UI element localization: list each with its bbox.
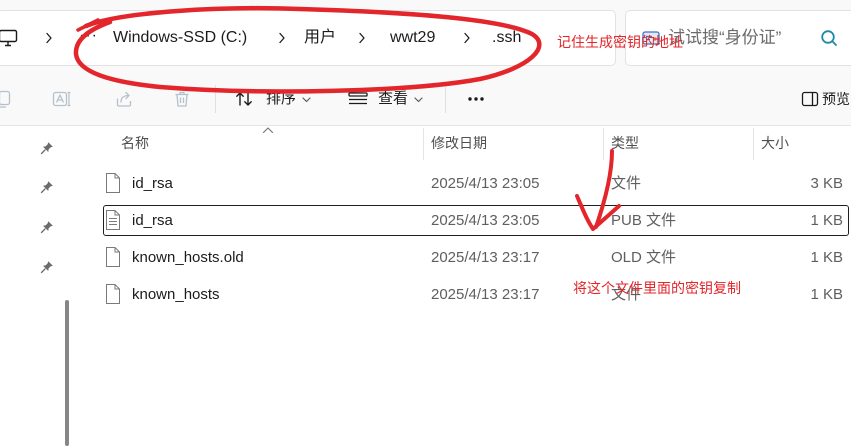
rename-icon[interactable] [52,89,72,109]
breadcrumb-users[interactable]: 用户 [304,28,336,48]
pin-icon [40,221,53,234]
text-file-icon [106,210,120,230]
share-icon[interactable] [114,89,134,109]
copy-icon[interactable] [0,89,13,109]
column-divider[interactable] [753,128,754,160]
file-name: known_hosts.old [132,249,244,266]
file-modified: 2025/4/13 23:17 [431,286,540,303]
file-type: OLD 文件 [611,249,677,266]
column-divider[interactable] [423,128,424,160]
chevron-right-icon[interactable] [278,32,286,44]
column-header-type[interactable]: 类型 [611,134,639,152]
view-button[interactable]: 查看 [378,89,408,109]
file-size: 1 KB [810,286,843,303]
column-header-modified[interactable]: 修改日期 [431,134,487,152]
toolbar-divider [215,85,216,113]
file-row[interactable]: known_hosts.old 2025/4/13 23:17 OLD 文件 1… [84,239,851,276]
file-name: known_hosts [132,286,220,303]
delete-icon[interactable] [172,89,192,109]
column-divider[interactable] [603,128,604,160]
details-pane-icon[interactable] [800,89,820,109]
file-modified: 2025/4/13 23:17 [431,249,540,266]
file-name: id_rsa [132,212,173,229]
breadcrumb-overflow[interactable]: ··· [79,26,98,46]
file-modified: 2025/4/13 23:05 [431,175,540,192]
search-input[interactable]: 试试搜“身份证” [668,28,781,48]
view-icon[interactable] [347,89,369,109]
file-note: 将这个文件里面的密钥复制 [573,280,741,296]
breadcrumb-user-folder[interactable]: wwt29 [390,28,435,48]
file-icon [106,173,120,193]
chevron-down-icon[interactable] [302,97,311,103]
more-icon[interactable] [466,89,486,109]
pin-icon [40,261,53,274]
sort-button[interactable]: 排序 [266,89,296,109]
preview-pane-button[interactable]: 预览 [822,89,850,109]
chevron-right-icon[interactable] [463,32,471,44]
file-name: id_rsa [132,175,173,192]
address-note: 记住生成密钥的地址 [557,34,683,50]
file-modified: 2025/4/13 23:05 [431,212,540,229]
breadcrumb-current-folder[interactable]: .ssh [492,28,521,48]
file-row[interactable]: id_rsa 2025/4/13 23:05 文件 3 KB [84,165,851,202]
search-icon[interactable] [820,29,838,47]
nav-scrollbar-thumb[interactable] [65,300,69,446]
chevron-right-icon[interactable] [358,32,366,44]
pin-icon [40,181,53,194]
file-size: 1 KB [810,212,843,229]
chevron-up-icon [262,127,274,134]
sort-icon[interactable] [234,89,254,109]
file-row[interactable]: id_rsa 2025/4/13 23:05 PUB 文件 1 KB [84,202,851,239]
breadcrumb-drive[interactable]: Windows-SSD (C:) [113,28,247,48]
pin-icon [40,142,53,155]
file-type: PUB 文件 [611,212,677,229]
monitor-icon[interactable] [0,28,18,48]
column-header-size[interactable]: 大小 [761,134,789,152]
file-icon [106,284,120,304]
file-type: 文件 [611,175,642,192]
file-size: 3 KB [810,175,843,192]
file-size: 1 KB [810,249,843,266]
file-icon [106,247,120,267]
column-header-name[interactable]: 名称 [121,134,149,152]
chevron-right-icon[interactable] [45,32,53,44]
chevron-down-icon[interactable] [414,97,423,103]
toolbar-divider [445,85,446,113]
